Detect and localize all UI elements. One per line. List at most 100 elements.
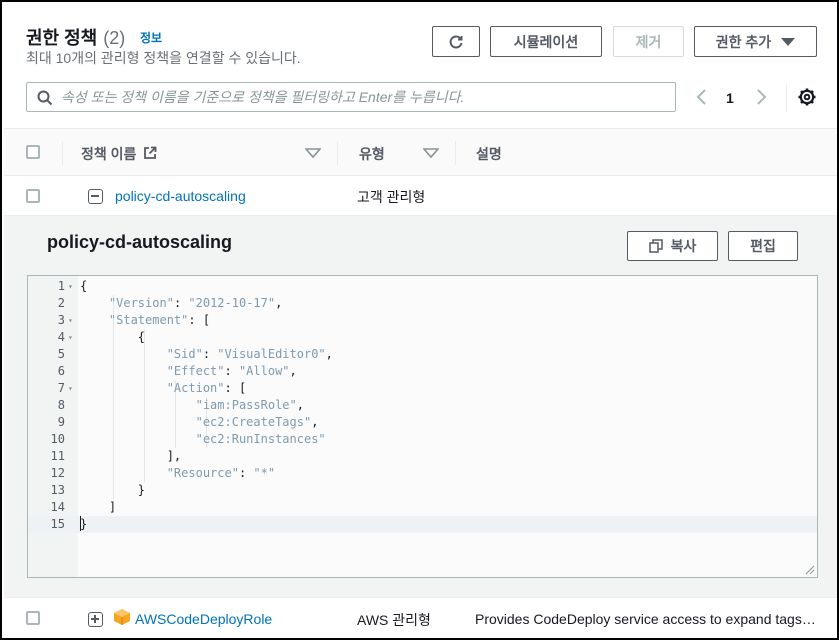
line-number: 12 — [50, 466, 65, 480]
code-line: 12 "Resource": "*" — [28, 465, 817, 482]
code-line: 4 ▾ { — [28, 329, 817, 346]
page-title-text: 권한 정책 — [26, 28, 98, 48]
iam-permissions-panel: 권한 정책 (2) 정보 최대 10개의 관리형 정책을 연결할 수 있습니다. … — [0, 0, 839, 640]
policy-description: Provides CodeDeploy service access to ex… — [475, 611, 816, 627]
line-number: 8 — [57, 398, 65, 412]
code-text: "Effect": "Allow", — [166, 364, 297, 378]
row-checkbox[interactable] — [26, 611, 40, 625]
line-number: 10 — [50, 432, 65, 446]
external-link-icon — [144, 146, 157, 159]
caret-down-icon — [781, 37, 796, 46]
code-line: 5 "Sid": "VisualEditor0", — [28, 346, 817, 363]
simulation-button[interactable]: 시뮬레이션 — [490, 26, 602, 57]
text-cursor — [80, 516, 81, 531]
line-number: 14 — [50, 500, 65, 514]
fold-toggle-icon[interactable]: ▾ — [68, 312, 73, 329]
line-number: 13 — [50, 483, 65, 497]
code-line: 1 ▾ { — [28, 278, 817, 295]
policy-name-link[interactable]: policy-cd-autoscaling — [115, 188, 246, 204]
column-header-type[interactable]: 유형 — [359, 144, 385, 164]
refresh-icon — [449, 35, 463, 48]
fold-toggle-icon[interactable]: ▾ — [68, 278, 73, 295]
search-input[interactable] — [61, 86, 661, 108]
current-page[interactable]: 1 — [726, 90, 734, 106]
code-line: 2 "Version": "2012-10-17", — [28, 295, 817, 312]
remove-button[interactable]: 제거 — [613, 26, 684, 57]
code-text: "Version": "2012-10-17", — [108, 296, 283, 310]
copy-button[interactable]: 복사 — [627, 231, 718, 261]
expand-icon[interactable] — [88, 612, 103, 627]
policy-count: (2) — [103, 28, 126, 48]
line-number: 5 — [57, 347, 65, 361]
policy-type: AWS 관리형 — [357, 612, 431, 628]
policy-name-link[interactable]: AWSCodeDeployRole — [135, 611, 272, 627]
code-line: 14 ] — [28, 499, 817, 516]
table-row[interactable]: policy-cd-autoscaling 고객 관리형 — [4, 176, 837, 216]
code-text: } — [80, 517, 88, 531]
code-line: 9 "ec2:CreateTags", — [28, 414, 817, 431]
add-permissions-button[interactable]: 권한 추가 — [694, 26, 817, 57]
policy-search — [26, 82, 676, 112]
code-text: "ec2:CreateTags", — [195, 415, 319, 429]
code-line: 3 ▾ "Statement": [ — [28, 312, 817, 329]
line-number: 15 — [50, 517, 65, 531]
table-row[interactable]: AWSCodeDeployRole AWS 관리형 Provides CodeD… — [4, 598, 837, 638]
line-number: 2 — [57, 296, 65, 310]
refresh-button[interactable] — [432, 26, 480, 57]
copy-icon — [648, 239, 663, 253]
code-text: "Statement": [ — [108, 313, 211, 327]
code-line: 7 ▾ "Action": [ — [28, 380, 817, 397]
aws-managed-icon — [114, 609, 130, 625]
column-header-policy-name[interactable]: 정책 이름 — [81, 144, 157, 164]
line-number: 3 — [57, 313, 65, 327]
line-number: 7 — [57, 381, 65, 395]
policy-type: 고객 관리형 — [357, 189, 426, 205]
copy-label: 복사 — [670, 238, 697, 254]
select-all-checkbox[interactable] — [26, 145, 40, 159]
policy-detail-panel: policy-cd-autoscaling 복사 편집 1 ▾{2 "Versio… — [4, 216, 837, 598]
page-title: 권한 정책 (2) — [26, 24, 125, 50]
json-policy-editor[interactable]: 1 ▾{2 "Version": "2012-10-17", 3 ▾ "Stateme… — [27, 275, 818, 578]
line-number: 11 — [50, 449, 65, 463]
fold-toggle-icon[interactable]: ▾ — [68, 329, 73, 346]
code-text: "ec2:RunInstances" — [195, 432, 326, 446]
search-icon — [37, 90, 53, 106]
code-line: 13 } — [28, 482, 817, 499]
code-text: "Resource": "*" — [166, 466, 276, 480]
table-header: 정책 이름 유형 설명 — [4, 128, 837, 176]
code-line: 8 "iam:PassRole", — [28, 397, 817, 414]
code-text: { — [80, 279, 88, 293]
code-line: 11 ], — [28, 448, 817, 465]
code-text: "iam:PassRole", — [195, 398, 304, 412]
code-line: 6 "Effect": "Allow", — [28, 363, 817, 380]
column-divider — [455, 141, 456, 165]
sort-down-icon[interactable] — [305, 147, 321, 159]
collapse-icon[interactable] — [88, 189, 103, 204]
column-divider — [337, 141, 338, 165]
resize-handle-icon[interactable] — [805, 565, 815, 575]
code-line: 15} — [28, 516, 817, 533]
sort-down-icon[interactable] — [423, 147, 439, 159]
add-permissions-label: 권한 추가 — [715, 33, 772, 50]
code-line: 10 "ec2:RunInstances" — [28, 431, 817, 448]
policy-detail-title: policy-cd-autoscaling — [47, 232, 233, 252]
code-text: "Sid": "VisualEditor0", — [166, 347, 333, 361]
code-text: "Action": [ — [166, 381, 247, 395]
divider — [786, 84, 787, 112]
column-header-label: 정책 이름 — [81, 146, 137, 162]
line-number: 6 — [57, 364, 65, 378]
chevron-right-icon[interactable] — [753, 86, 769, 108]
code-text: } — [80, 483, 146, 497]
line-number: 9 — [57, 415, 65, 429]
info-link[interactable]: 정보 — [140, 29, 162, 46]
code-text: ] — [80, 500, 117, 514]
fold-toggle-icon[interactable]: ▾ — [68, 380, 73, 397]
page-description: 최대 10개의 관리형 정책을 연결할 수 있습니다. — [26, 50, 301, 66]
chevron-left-icon[interactable] — [694, 86, 710, 108]
row-checkbox[interactable] — [26, 189, 40, 203]
edit-button[interactable]: 편집 — [728, 231, 798, 261]
code-lines: 1 ▾{2 "Version": "2012-10-17", 3 ▾ "Stateme… — [28, 278, 817, 533]
column-divider — [62, 141, 63, 165]
gear-icon[interactable] — [796, 86, 818, 108]
column-header-description[interactable]: 설명 — [476, 144, 502, 164]
